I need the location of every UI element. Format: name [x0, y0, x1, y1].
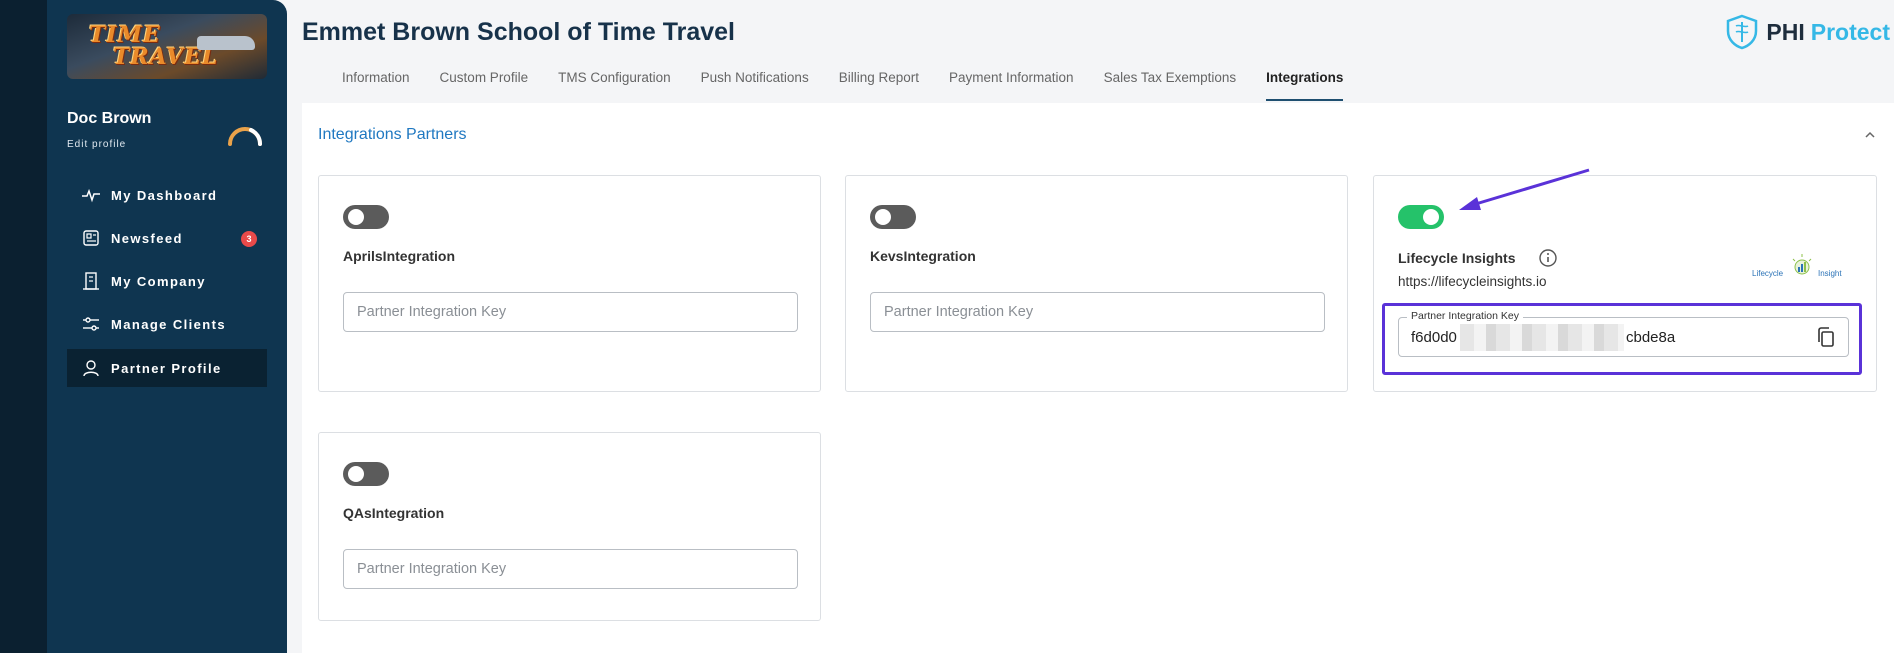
- partner-key-field[interactable]: Partner Integration Key f6d0d0 cbde8a: [1398, 310, 1849, 357]
- page-title: Emmet Brown School of Time Travel: [302, 18, 735, 46]
- enable-toggle[interactable]: [1398, 205, 1444, 229]
- integrations-panel: Integrations Partners AprilsIntegration …: [302, 103, 1894, 653]
- building-icon: [83, 272, 99, 290]
- activity-icon: [82, 188, 100, 203]
- integration-card-kevs: KevsIntegration: [845, 175, 1348, 392]
- tab-sales-tax-exemptions[interactable]: Sales Tax Exemptions: [1104, 68, 1237, 101]
- integration-name: QAsIntegration: [343, 505, 445, 521]
- user-name: Doc Brown: [67, 110, 152, 127]
- chevron-up-icon[interactable]: [1864, 129, 1876, 141]
- copy-icon[interactable]: [1816, 327, 1836, 349]
- integration-url: https://lifecycleinsights.io: [1398, 274, 1547, 289]
- notification-badge: 3: [241, 231, 257, 247]
- delorean-graphic: [197, 36, 255, 50]
- integration-card-qas: QAsIntegration: [318, 432, 821, 621]
- partner-key-label: Partner Integration Key: [1407, 310, 1523, 322]
- app-rail: [0, 0, 47, 653]
- svg-text:Insights: Insights: [1818, 269, 1842, 278]
- sidebar-item-newsfeed[interactable]: Newsfeed 3: [67, 219, 267, 257]
- partner-key-input[interactable]: [343, 292, 798, 332]
- profile-progress-gauge: [228, 127, 263, 146]
- sidebar-item-label: Newsfeed: [111, 230, 183, 246]
- sidebar-item-label: Partner Profile: [111, 360, 222, 376]
- sidebar-item-manage-clients[interactable]: Manage Clients: [67, 305, 267, 343]
- sidebar: TIME TRAVEL Doc Brown Edit profile My Da…: [47, 0, 287, 653]
- tab-billing-report[interactable]: Billing Report: [839, 68, 919, 101]
- partner-key-value-start: f6d0d0: [1411, 329, 1457, 346]
- sidebar-item-my-company[interactable]: My Company: [67, 262, 267, 300]
- sidebar-item-label: Manage Clients: [111, 316, 226, 332]
- annotation-arrow-icon: [1459, 168, 1590, 210]
- enable-toggle[interactable]: [343, 205, 389, 229]
- sidebar-item-my-dashboard[interactable]: My Dashboard: [67, 176, 267, 214]
- sidebar-item-label: My Company: [111, 273, 206, 289]
- redacted-key-segment: [1460, 324, 1624, 351]
- sidebar-item-partner-profile[interactable]: Partner Profile: [67, 349, 267, 387]
- tab-tms-configuration[interactable]: TMS Configuration: [558, 68, 671, 101]
- partner-key-input[interactable]: [870, 292, 1325, 332]
- brand-protect-text: Protect: [1810, 18, 1890, 45]
- partner-key-value-end: cbde8a: [1626, 329, 1676, 346]
- sidebar-item-label: My Dashboard: [111, 187, 218, 203]
- user-icon: [83, 360, 99, 377]
- brand-phi-text: PHI: [1766, 18, 1805, 45]
- shield-caduceus-icon: [1727, 14, 1758, 50]
- panel-title: Integrations Partners: [318, 126, 467, 143]
- integration-name: Lifecycle Insights: [1398, 250, 1516, 266]
- newspaper-icon: [83, 230, 99, 246]
- tab-payment-information[interactable]: Payment Information: [949, 68, 1074, 101]
- partner-key-input[interactable]: [343, 549, 798, 589]
- tab-bar: Information Custom Profile TMS Configura…: [342, 68, 1373, 101]
- integration-card-aprils: AprilsIntegration: [318, 175, 821, 392]
- integration-card-lifecycle-insights: Lifecycle Insights https://lifecycleinsi…: [1373, 175, 1877, 392]
- lifecycle-insights-logo: Lifecycle Insights: [1752, 254, 1842, 278]
- integration-name: AprilsIntegration: [343, 248, 456, 264]
- edit-profile-link[interactable]: Edit profile: [67, 139, 126, 150]
- integration-name: KevsIntegration: [870, 248, 976, 264]
- tab-push-notifications[interactable]: Push Notifications: [701, 68, 809, 101]
- tab-integrations[interactable]: Integrations: [1266, 68, 1344, 101]
- info-icon[interactable]: [1538, 248, 1558, 268]
- sliders-icon: [83, 317, 99, 331]
- brand-logo: PHI Protect: [1724, 14, 1890, 50]
- svg-text:Lifecycle: Lifecycle: [1752, 269, 1784, 278]
- enable-toggle[interactable]: [870, 205, 916, 229]
- enable-toggle[interactable]: [343, 462, 389, 486]
- time-travel-logo[interactable]: TIME TRAVEL: [67, 14, 267, 79]
- tab-information[interactable]: Information: [342, 68, 410, 101]
- tab-custom-profile[interactable]: Custom Profile: [440, 68, 529, 101]
